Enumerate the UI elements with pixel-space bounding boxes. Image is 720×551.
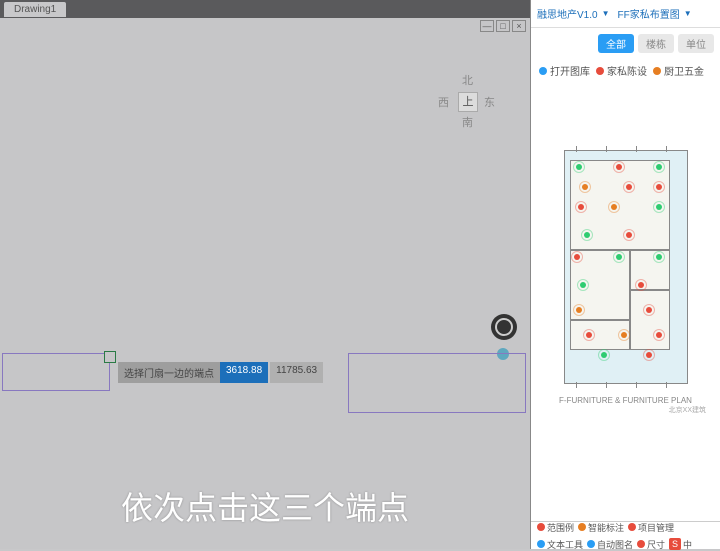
selection-rect-right <box>348 353 526 413</box>
side-panel: 融思地产V1.0 ▼ FF家私布置图 ▼ 全部 楼栋 单位 打开图库 家私陈设 … <box>530 0 720 549</box>
filter-all[interactable]: 全部 <box>598 34 634 53</box>
compass-n: 北 <box>462 72 473 88</box>
panel-dropdown[interactable]: FF家私布置图 <box>618 6 680 21</box>
document-tab[interactable]: Drawing1 <box>4 2 66 17</box>
floorplan-thumbnail[interactable] <box>556 142 696 392</box>
bb-project[interactable]: 项目管理 <box>628 521 674 534</box>
floorplan-title: F-FURNITURE & FURNITURE PLAN <box>531 396 720 405</box>
legend-kitchen[interactable]: 厨卫五金 <box>653 63 704 78</box>
maximize-icon[interactable]: □ <box>496 20 510 32</box>
filter-1[interactable]: 楼栋 <box>638 34 674 53</box>
legend-furniture[interactable]: 家私陈设 <box>596 63 647 78</box>
tool-circle-icon[interactable] <box>491 314 517 340</box>
command-prompt: 选择门扇一边的端点 3618.88 11785.63 <box>118 362 323 383</box>
chevron-down-icon[interactable]: ▼ <box>684 9 692 18</box>
tutorial-overlay-text: 依次点击这三个端点 <box>0 483 530 529</box>
bb-legend[interactable]: 范围例 <box>537 521 574 534</box>
compass-top[interactable]: 上 <box>458 92 478 112</box>
prompt-x-value[interactable]: 3618.88 <box>220 362 268 383</box>
prompt-y-value: 11785.63 <box>270 362 323 383</box>
legend-library[interactable]: 打开图库 <box>539 63 590 78</box>
drawing-canvas[interactable]: 上 北 南 西 东 选择门扇一边的端点 3618.88 11785.63 <box>0 18 530 549</box>
endpoint-marker[interactable] <box>104 351 116 363</box>
panel-bottombar: 范围例 智能标注 项目管理 文本工具 自动图名 尺寸 S中 <box>531 521 720 549</box>
panel-title[interactable]: 融思地产V1.0 <box>537 6 598 21</box>
selection-rect-left <box>2 353 110 391</box>
minimize-icon[interactable]: — <box>480 20 494 32</box>
chevron-down-icon[interactable]: ▼ <box>602 9 610 18</box>
filter-2[interactable]: 单位 <box>678 34 714 53</box>
close-icon[interactable]: × <box>512 20 526 32</box>
floorplan-brand: 北京XX建筑 <box>531 405 720 415</box>
compass-s: 南 <box>462 114 473 130</box>
bb-smart[interactable]: 智能标注 <box>578 521 624 534</box>
view-compass[interactable]: 上 北 南 西 东 <box>440 74 496 130</box>
compass-e: 东 <box>484 94 495 110</box>
compass-w: 西 <box>438 94 449 110</box>
prompt-label: 选择门扇一边的端点 <box>118 362 220 383</box>
